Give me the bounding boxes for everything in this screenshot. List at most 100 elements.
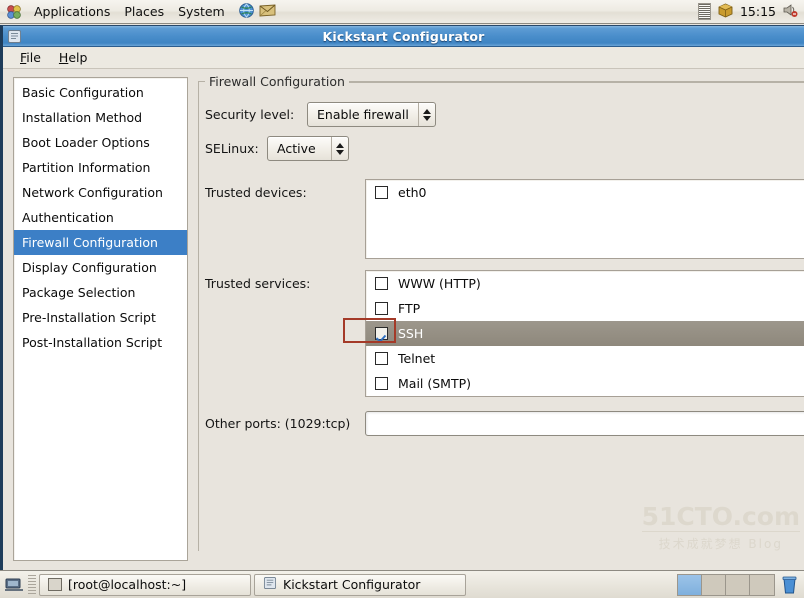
kickstart-app-icon xyxy=(263,576,277,593)
chevron-up-icon xyxy=(422,108,431,114)
sidebar-item-installation-method[interactable]: Installation Method xyxy=(14,105,187,130)
package-updates-icon[interactable] xyxy=(717,2,734,21)
menubar-item-file[interactable]: File xyxy=(13,48,48,67)
sidebar-item-label: Display Configuration xyxy=(22,260,157,275)
trusted-services-label: Trusted services: xyxy=(205,276,311,291)
sidebar-item-label: Package Selection xyxy=(22,285,136,300)
sidebar-item-authentication[interactable]: Authentication xyxy=(14,205,187,230)
window-titlebar[interactable]: Kickstart Configurator xyxy=(3,26,804,47)
security-level-value: Enable firewall xyxy=(317,107,409,122)
other-ports-row: Other ports: (1029:tcp) xyxy=(205,411,804,436)
kickstart-configurator-window: Kickstart Configurator File Help Basic C… xyxy=(0,25,804,570)
sidebar-item-label: Post-Installation Script xyxy=(22,335,163,350)
show-desktop-icon[interactable] xyxy=(3,574,25,596)
taskbar-button-kickstart[interactable]: Kickstart Configurator xyxy=(254,573,466,596)
selinux-label: SELinux: xyxy=(205,141,259,156)
globe-browser-icon[interactable] xyxy=(238,2,255,22)
configuration-sections-list[interactable]: Basic Configuration Installation Method … xyxy=(13,77,188,561)
firewall-group-content: Security level: Enable firewall SELinux:… xyxy=(199,82,804,436)
terminal-icon xyxy=(48,578,62,591)
menu-applications[interactable]: Applications xyxy=(27,3,117,20)
sidebar-item-basic-configuration[interactable]: Basic Configuration xyxy=(14,80,187,105)
checkbox-ssh[interactable] xyxy=(375,327,388,340)
panel-status-area: 15:15 xyxy=(697,2,804,21)
selinux-value: Active xyxy=(277,141,316,156)
list-item-label: Telnet xyxy=(398,351,436,366)
sidebar-item-post-installation-script[interactable]: Post-Installation Script xyxy=(14,330,187,355)
firewall-configuration-pane: Firewall Configuration Security level: E… xyxy=(188,74,804,570)
workspace-1[interactable] xyxy=(678,574,702,595)
window-menubar: File Help xyxy=(3,47,804,69)
checkbox-eth0[interactable] xyxy=(375,186,388,199)
selinux-combo[interactable]: Active xyxy=(267,136,349,161)
gnome-top-panel: Applications Places System 15:15 xyxy=(0,0,804,24)
checkbox-ftp[interactable] xyxy=(375,302,388,315)
sidebar-item-partition-information[interactable]: Partition Information xyxy=(14,155,187,180)
applications-menu-icon[interactable] xyxy=(5,3,23,21)
firewall-group-frame: Firewall Configuration Security level: E… xyxy=(198,74,804,551)
list-item[interactable]: FTP xyxy=(366,296,804,321)
sidebar-item-pre-installation-script[interactable]: Pre-Installation Script xyxy=(14,305,187,330)
panel-launchers xyxy=(238,2,277,22)
workspace-3[interactable] xyxy=(726,574,750,595)
taskbar-button-terminal[interactable]: [root@localhost:~] xyxy=(39,573,251,596)
trash-icon[interactable] xyxy=(781,575,798,594)
security-level-label: Security level: xyxy=(205,107,295,122)
trusted-devices-row: Trusted devices: eth0 xyxy=(205,179,804,259)
list-item[interactable]: Telnet xyxy=(366,346,804,371)
checkbox-mail-smtp[interactable] xyxy=(375,377,388,390)
window-body: Basic Configuration Installation Method … xyxy=(3,69,804,570)
sidebar-item-label: Basic Configuration xyxy=(22,85,144,100)
sidebar-item-firewall-configuration[interactable]: Firewall Configuration xyxy=(14,230,187,255)
workspace-4[interactable] xyxy=(750,574,774,595)
workspace-switcher[interactable] xyxy=(677,573,775,596)
trusted-devices-label: Trusted devices: xyxy=(205,185,307,200)
gnome-bottom-panel: [root@localhost:~] Kickstart Configurato… xyxy=(0,570,804,598)
menubar-item-help[interactable]: Help xyxy=(52,48,95,67)
menu-system[interactable]: System xyxy=(171,3,232,20)
clock[interactable]: 15:15 xyxy=(740,4,776,19)
workspace-2[interactable] xyxy=(702,574,726,595)
screen: Applications Places System 15:15 Kicksta… xyxy=(0,0,804,598)
menu-places[interactable]: Places xyxy=(117,3,171,20)
list-item-ssh-selected[interactable]: SSH xyxy=(366,321,804,346)
chevron-down-icon xyxy=(336,149,344,155)
list-item[interactable]: Mail (SMTP) xyxy=(366,371,804,396)
sidebar-item-label: Authentication xyxy=(22,210,114,225)
list-item-label: FTP xyxy=(398,301,421,316)
chevron-up-icon xyxy=(336,142,344,148)
checkbox-www-http[interactable] xyxy=(375,277,388,290)
sidebar-item-label: Firewall Configuration xyxy=(22,235,158,250)
sidebar-item-package-selection[interactable]: Package Selection xyxy=(14,280,187,305)
trusted-services-list[interactable]: WWW (HTTP) FTP SSH Telnet Mail (SMTP) xyxy=(365,270,804,397)
other-ports-input[interactable] xyxy=(365,411,804,436)
sidebar-item-display-configuration[interactable]: Display Configuration xyxy=(14,255,187,280)
email-client-icon[interactable] xyxy=(258,2,277,22)
trusted-devices-list[interactable]: eth0 xyxy=(365,179,804,259)
spin-arrows-icon[interactable] xyxy=(417,103,435,126)
sidebar-item-label: Pre-Installation Script xyxy=(22,310,156,325)
taskbar-status-area xyxy=(677,573,801,596)
security-level-combo[interactable]: Enable firewall xyxy=(307,102,436,127)
volume-muted-icon[interactable] xyxy=(782,2,798,21)
panel-drag-handle[interactable] xyxy=(28,574,36,595)
list-item[interactable]: WWW (HTTP) xyxy=(366,271,804,296)
sidebar-item-label: Partition Information xyxy=(22,160,151,175)
sidebar-item-label: Installation Method xyxy=(22,110,143,125)
checkbox-telnet[interactable] xyxy=(375,352,388,365)
sidebar-item-label: Network Configuration xyxy=(22,185,163,200)
list-item-label: WWW (HTTP) xyxy=(398,276,481,291)
trusted-services-row: Trusted services: WWW (HTTP) FTP SSH Tel… xyxy=(205,270,804,397)
taskbar-button-label: [root@localhost:~] xyxy=(68,577,187,592)
sidebar-item-network-configuration[interactable]: Network Configuration xyxy=(14,180,187,205)
security-level-row: Security level: Enable firewall xyxy=(205,102,804,127)
taskbar-button-label: Kickstart Configurator xyxy=(283,577,421,592)
chevron-down-icon xyxy=(422,115,431,121)
list-item-label: eth0 xyxy=(398,185,427,200)
sidebar-item-boot-loader-options[interactable]: Boot Loader Options xyxy=(14,130,187,155)
list-item[interactable]: eth0 xyxy=(366,180,804,205)
other-ports-label: Other ports: (1029:tcp) xyxy=(205,416,351,431)
cpu-monitor-icon[interactable] xyxy=(697,3,711,20)
spin-arrows-icon[interactable] xyxy=(331,137,348,160)
sidebar-item-label: Boot Loader Options xyxy=(22,135,150,150)
